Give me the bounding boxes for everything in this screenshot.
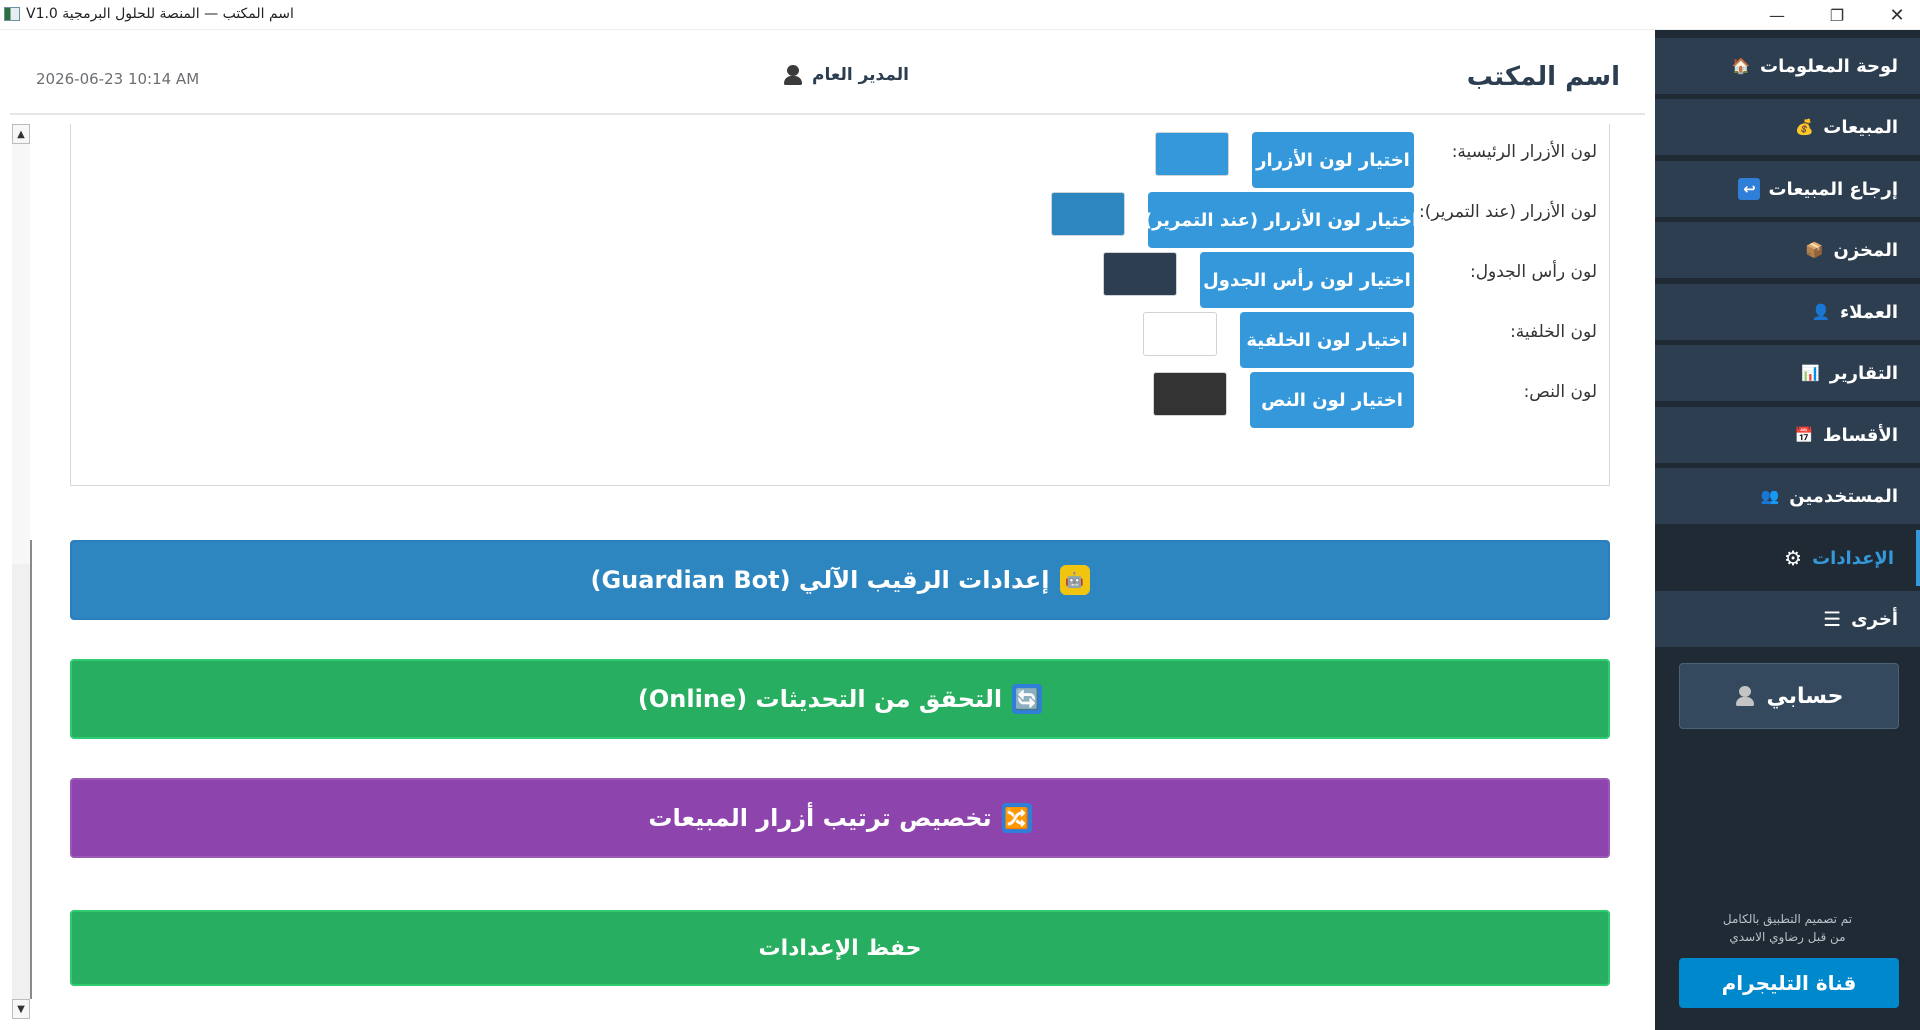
- color-swatch-hover[interactable]: [1051, 192, 1125, 236]
- pick-hover-color-button[interactable]: اختيار لون الأزرار (عند التمرير): [1144, 192, 1418, 248]
- pick-text-color-button[interactable]: اختيار لون النص: [1250, 372, 1414, 428]
- check-updates-label: التحقق من التحديثات (Online): [637, 685, 1003, 713]
- close-button[interactable]: ✕: [1868, 0, 1920, 30]
- sidebar-item-installments[interactable]: الأقساط 📅: [1655, 407, 1920, 463]
- scrollbar-edge: [30, 540, 32, 999]
- bar-chart-icon: 📊: [1801, 364, 1821, 382]
- scroll-down-button[interactable]: ▼: [12, 999, 30, 1019]
- sidebar-item-users[interactable]: المستخدمين 👥: [1655, 468, 1920, 524]
- color-row-table-header: لون رأس الجدول: اختيار لون رأس الجدول: [69, 252, 1609, 308]
- gear-icon: ⚙: [1784, 546, 1803, 570]
- color-swatch-primary[interactable]: [1155, 132, 1229, 176]
- header-divider: [10, 113, 1645, 115]
- sidebar-item-dashboard[interactable]: لوحة المعلومات 🏠: [1655, 38, 1920, 94]
- sidebar-item-label: المخزن: [1833, 239, 1898, 261]
- sidebar-item-label: أخرى: [1851, 608, 1898, 630]
- pick-primary-color-button[interactable]: اختيار لون الأزرار: [1252, 132, 1414, 188]
- sidebar: لوحة المعلومات 🏠 المبيعات 💰 إرجاع المبيع…: [1655, 30, 1920, 1030]
- window-title: V1.0 اسم المكتب — المنصة للحلول البرمجية: [26, 6, 294, 22]
- current-user: المدير العام: [782, 64, 909, 86]
- color-label: لون الأزرار الرئيسية:: [1451, 142, 1597, 162]
- account-user-icon: [1734, 685, 1756, 707]
- sidebar-item-label: الأقساط: [1822, 424, 1898, 446]
- user-icon: [782, 64, 804, 86]
- sidebar-item-other[interactable]: أخرى ☰: [1655, 591, 1920, 647]
- color-row-primary: لون الأزرار الرئيسية: اختيار لون الأزرار: [69, 132, 1609, 188]
- app-icon: [4, 7, 20, 21]
- menu-icon: ☰: [1823, 607, 1842, 631]
- color-swatch-text[interactable]: [1153, 372, 1227, 416]
- color-row-background: لون الخلفية: اختيار لون الخلفية: [69, 312, 1609, 368]
- robot-icon: 🤖: [1059, 565, 1090, 595]
- maximize-button[interactable]: ❐: [1808, 0, 1866, 30]
- color-label: لون الخلفية:: [1510, 322, 1597, 342]
- reorder-sales-buttons-button[interactable]: 🔀 تخصيص ترتيب أزرار المبيعات: [70, 778, 1610, 858]
- window-titlebar: V1.0 اسم المكتب — المنصة للحلول البرمجية…: [0, 0, 1920, 30]
- color-row-text: لون النص: اختيار لون النص: [69, 372, 1609, 428]
- save-settings-button[interactable]: حفظ الإعدادات: [70, 910, 1610, 986]
- sidebar-item-settings[interactable]: الإعدادات ⚙: [1655, 530, 1920, 586]
- check-updates-button[interactable]: 🔄 التحقق من التحديثات (Online): [70, 659, 1610, 739]
- scroll-up-button[interactable]: ▲: [12, 124, 30, 144]
- sidebar-item-label: المبيعات: [1823, 116, 1898, 138]
- refresh-icon: 🔄: [1012, 684, 1043, 714]
- color-settings-panel: لون الأزرار الرئيسية: اختيار لون الأزرار…: [70, 124, 1610, 486]
- sidebar-item-inventory[interactable]: المخزن 📦: [1655, 222, 1920, 278]
- calendar-icon: 📅: [1794, 426, 1814, 444]
- page-header: اسم المكتب المدير العام 2026-06-23 10:14…: [0, 30, 1650, 115]
- scrollbar-track[interactable]: [12, 144, 30, 999]
- minimize-button[interactable]: —: [1748, 0, 1806, 30]
- scrollbar-thumb[interactable]: [12, 144, 30, 564]
- reorder-label: تخصيص ترتيب أزرار المبيعات: [648, 804, 992, 832]
- color-swatch-table-header[interactable]: [1103, 252, 1177, 296]
- main-content: اسم المكتب المدير العام 2026-06-23 10:14…: [0, 30, 1655, 1030]
- credit-line: تم تصميم التطبيق بالكامل: [1722, 912, 1853, 926]
- color-label: لون النص:: [1523, 382, 1597, 402]
- package-icon: 📦: [1805, 241, 1824, 259]
- sidebar-item-sales-returns[interactable]: إرجاع المبيعات ↩: [1655, 161, 1920, 217]
- return-arrow-icon: ↩: [1738, 178, 1761, 200]
- credit-line: من قبل رضاوي الاسدي: [1729, 930, 1846, 944]
- telegram-channel-button[interactable]: قناة التليجرام: [1679, 958, 1899, 1008]
- my-account-label: حسابي: [1766, 683, 1844, 709]
- user-icon: 👤: [1811, 303, 1831, 321]
- page-title: اسم المكتب: [1466, 62, 1620, 92]
- money-bag-icon: 💰: [1794, 118, 1814, 136]
- user-name: المدير العام: [812, 65, 909, 85]
- credit-text: تم تصميم التطبيق بالكامل من قبل رضاوي ال…: [1655, 910, 1920, 946]
- sidebar-item-label: التقارير: [1829, 362, 1898, 384]
- house-icon: 🏠: [1731, 57, 1751, 75]
- shuffle-icon: 🔀: [1001, 803, 1032, 833]
- color-swatch-background[interactable]: [1143, 312, 1217, 356]
- pick-table-header-color-button[interactable]: اختيار لون رأس الجدول: [1200, 252, 1414, 308]
- sidebar-item-sales[interactable]: المبيعات 💰: [1655, 99, 1920, 155]
- sidebar-item-customers[interactable]: العملاء 👤: [1655, 284, 1920, 340]
- guardian-bot-settings-button[interactable]: 🤖 إعدادات الرقيب الآلي (Guardian Bot): [70, 540, 1610, 620]
- color-label: لون الأزرار (عند التمرير):: [1419, 202, 1597, 222]
- sidebar-item-label: إرجاع المبيعات: [1768, 178, 1898, 200]
- sidebar-item-reports[interactable]: التقارير 📊: [1655, 345, 1920, 401]
- color-label: لون رأس الجدول:: [1469, 262, 1597, 282]
- sidebar-item-label: الإعدادات: [1812, 547, 1894, 569]
- pick-background-color-button[interactable]: اختيار لون الخلفية: [1240, 312, 1414, 368]
- sidebar-item-label: المستخدمين: [1789, 485, 1898, 507]
- color-row-hover: لون الأزرار (عند التمرير): اختيار لون ال…: [69, 192, 1609, 248]
- datetime-label: 2026-06-23 10:14 AM: [36, 70, 200, 88]
- users-icon: 👥: [1760, 487, 1780, 505]
- sidebar-item-label: العملاء: [1839, 301, 1898, 323]
- sidebar-item-label: لوحة المعلومات: [1760, 55, 1898, 77]
- guardian-bot-label: إعدادات الرقيب الآلي (Guardian Bot): [590, 566, 1050, 594]
- my-account-button[interactable]: حسابي: [1679, 663, 1899, 729]
